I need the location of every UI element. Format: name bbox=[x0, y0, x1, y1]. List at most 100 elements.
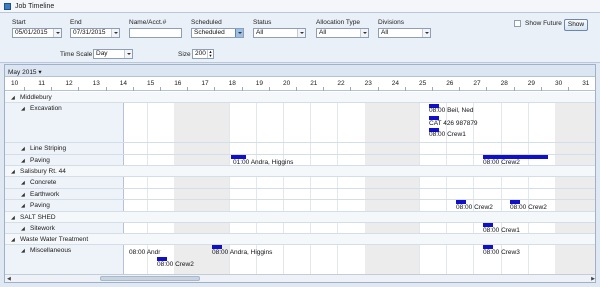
month-selector[interactable]: May 2015 ▾ bbox=[8, 68, 42, 76]
event-label[interactable]: 08:00 Crew2 bbox=[157, 261, 194, 268]
day-label: 15 bbox=[147, 80, 155, 87]
weekend-cell bbox=[391, 103, 419, 142]
row-label[interactable]: ◢ Line Striping bbox=[5, 143, 124, 154]
event-label[interactable]: 08:00 Andr bbox=[129, 249, 160, 256]
weekend-cell bbox=[555, 154, 583, 165]
collapse-icon[interactable]: ◢ bbox=[11, 95, 15, 101]
collapse-icon[interactable]: ◢ bbox=[21, 146, 25, 152]
day-tick bbox=[595, 87, 596, 91]
weekend-cell bbox=[364, 222, 392, 233]
show-button[interactable]: Show bbox=[564, 19, 588, 31]
start-date-picker[interactable]: 05/01/2015 bbox=[12, 28, 62, 38]
task-row[interactable]: ◢ Paving 08:00 Crew2 08:00 Crew2 bbox=[5, 200, 595, 212]
collapse-icon[interactable]: ◢ bbox=[21, 226, 25, 232]
chevron-down-icon[interactable] bbox=[235, 29, 243, 37]
event-label[interactable]: 08:00 Beil, Ned bbox=[429, 107, 473, 114]
day-label: 28 bbox=[500, 80, 508, 87]
task-row[interactable]: ◢ Excavation 08:00 Beil, Ned CAT 426 987879… bbox=[5, 103, 595, 143]
collapse-icon[interactable]: ◢ bbox=[21, 203, 25, 209]
day-tick bbox=[323, 87, 325, 91]
event-label[interactable]: 08:00 Crew1 bbox=[483, 227, 520, 234]
task-row[interactable]: ◢ Sitework 08:00 Crew1 bbox=[5, 222, 595, 234]
chevron-down-icon[interactable] bbox=[360, 29, 368, 37]
event-label[interactable]: 08:00 Andra, Higgins bbox=[212, 249, 272, 256]
collapse-icon[interactable]: ◢ bbox=[21, 180, 25, 186]
day-cell-line bbox=[255, 200, 257, 211]
task-row[interactable]: ◢ Paving 01:00 Andra, Higgins 08:00 Crew2 bbox=[5, 154, 595, 166]
name-acct-input[interactable] bbox=[129, 28, 182, 38]
weekend-cell bbox=[582, 154, 595, 165]
event-label[interactable]: 08:00 Crew2 bbox=[456, 204, 493, 211]
collapse-icon[interactable]: ◢ bbox=[11, 215, 15, 221]
event-label[interactable]: 08:00 Crew1 bbox=[429, 131, 466, 138]
row-label[interactable]: ◢ Earthwork bbox=[5, 188, 124, 199]
day-cell-line bbox=[446, 200, 448, 211]
day-cell-line bbox=[446, 177, 448, 188]
weekend-cell bbox=[582, 188, 595, 199]
event-label[interactable]: 01:00 Andra, Higgins bbox=[233, 159, 293, 166]
show-future-checkbox[interactable] bbox=[514, 20, 521, 27]
collapse-icon[interactable]: ◢ bbox=[21, 192, 25, 198]
task-row[interactable]: ◢ Earthwork bbox=[5, 188, 595, 200]
day-label: 14 bbox=[119, 80, 128, 87]
day-cell-line bbox=[310, 200, 312, 211]
end-date-picker[interactable]: 07/31/2015 bbox=[70, 28, 120, 38]
day-cell-line bbox=[228, 222, 230, 233]
day-cell-line bbox=[337, 143, 339, 154]
end-label: End bbox=[70, 19, 82, 26]
time-scale-select[interactable]: Day bbox=[93, 49, 133, 59]
row-label[interactable]: ◢ Middlebury bbox=[5, 92, 595, 102]
event-label[interactable]: 08:00 Crew2 bbox=[483, 159, 520, 166]
row-label[interactable]: ◢ Concrete bbox=[5, 177, 124, 188]
end-date-value: 07/31/2015 bbox=[73, 29, 106, 36]
collapse-icon[interactable]: ◢ bbox=[11, 237, 15, 243]
horizontal-scrollbar[interactable]: ◀ ▶ bbox=[5, 274, 595, 282]
group-row[interactable]: ◢ Salisbury Rt. 44 bbox=[5, 166, 595, 177]
task-row[interactable]: ◢ Concrete bbox=[5, 177, 595, 189]
row-label-text: SALT SHED bbox=[20, 213, 56, 221]
spin-arrows-icon[interactable]: ▲ ▼ bbox=[207, 50, 213, 58]
divisions-select[interactable]: All bbox=[378, 28, 431, 38]
scroll-left-icon[interactable]: ◀ bbox=[7, 276, 11, 282]
task-row[interactable]: ◢ Line Striping bbox=[5, 143, 595, 155]
status-select[interactable]: All bbox=[253, 28, 306, 38]
row-label[interactable]: ◢ Salisbury Rt. 44 bbox=[5, 166, 595, 176]
collapse-icon[interactable]: ◢ bbox=[21, 106, 25, 112]
day-tick bbox=[187, 87, 189, 91]
group-row[interactable]: ◢ Waste Water Treatment bbox=[5, 234, 595, 245]
scroll-thumb[interactable] bbox=[100, 276, 200, 281]
event-label[interactable]: 08:00 Crew2 bbox=[510, 204, 547, 211]
row-label[interactable]: ◢ Paving bbox=[5, 154, 124, 165]
allocation-type-select[interactable]: All bbox=[316, 28, 369, 38]
allocation-type-value: All bbox=[319, 29, 327, 36]
collapse-icon[interactable]: ◢ bbox=[21, 158, 25, 164]
row-label[interactable]: ◢ Excavation bbox=[5, 103, 124, 142]
day-cell-line bbox=[283, 188, 284, 199]
collapse-icon[interactable]: ◢ bbox=[11, 169, 15, 175]
weekend-cell bbox=[391, 222, 419, 233]
chevron-down-icon[interactable] bbox=[111, 29, 119, 37]
chevron-down-icon[interactable] bbox=[422, 29, 430, 37]
weekend-cell bbox=[555, 222, 583, 233]
start-date-value: 05/01/2015 bbox=[15, 29, 48, 36]
row-label[interactable]: ◢ Sitework bbox=[5, 222, 124, 233]
size-stepper[interactable]: 200 ▲ ▼ bbox=[192, 49, 214, 59]
chevron-down-icon[interactable] bbox=[53, 29, 61, 37]
weekend-cell bbox=[201, 188, 229, 199]
day-cell-line bbox=[147, 222, 148, 233]
day-tick bbox=[350, 87, 352, 91]
day-tick bbox=[432, 87, 433, 91]
row-label[interactable]: ◢ SALT SHED bbox=[5, 211, 595, 222]
row-label[interactable]: ◢ Paving bbox=[5, 200, 124, 211]
group-row[interactable]: ◢ SALT SHED bbox=[5, 211, 595, 223]
weekend-cell bbox=[174, 200, 202, 211]
chevron-down-icon[interactable] bbox=[297, 29, 305, 37]
chevron-down-icon[interactable] bbox=[124, 50, 132, 58]
scheduled-select[interactable]: Scheduled bbox=[191, 28, 244, 38]
event-label[interactable]: 08:00 Crew3 bbox=[483, 249, 520, 256]
event-label[interactable]: CAT 426 987879 bbox=[429, 120, 478, 127]
row-label[interactable]: ◢ Waste Water Treatment bbox=[5, 234, 595, 244]
collapse-icon[interactable]: ◢ bbox=[21, 248, 25, 254]
scroll-right-icon[interactable]: ▶ bbox=[591, 276, 595, 282]
group-row[interactable]: ◢ Middlebury bbox=[5, 92, 595, 103]
